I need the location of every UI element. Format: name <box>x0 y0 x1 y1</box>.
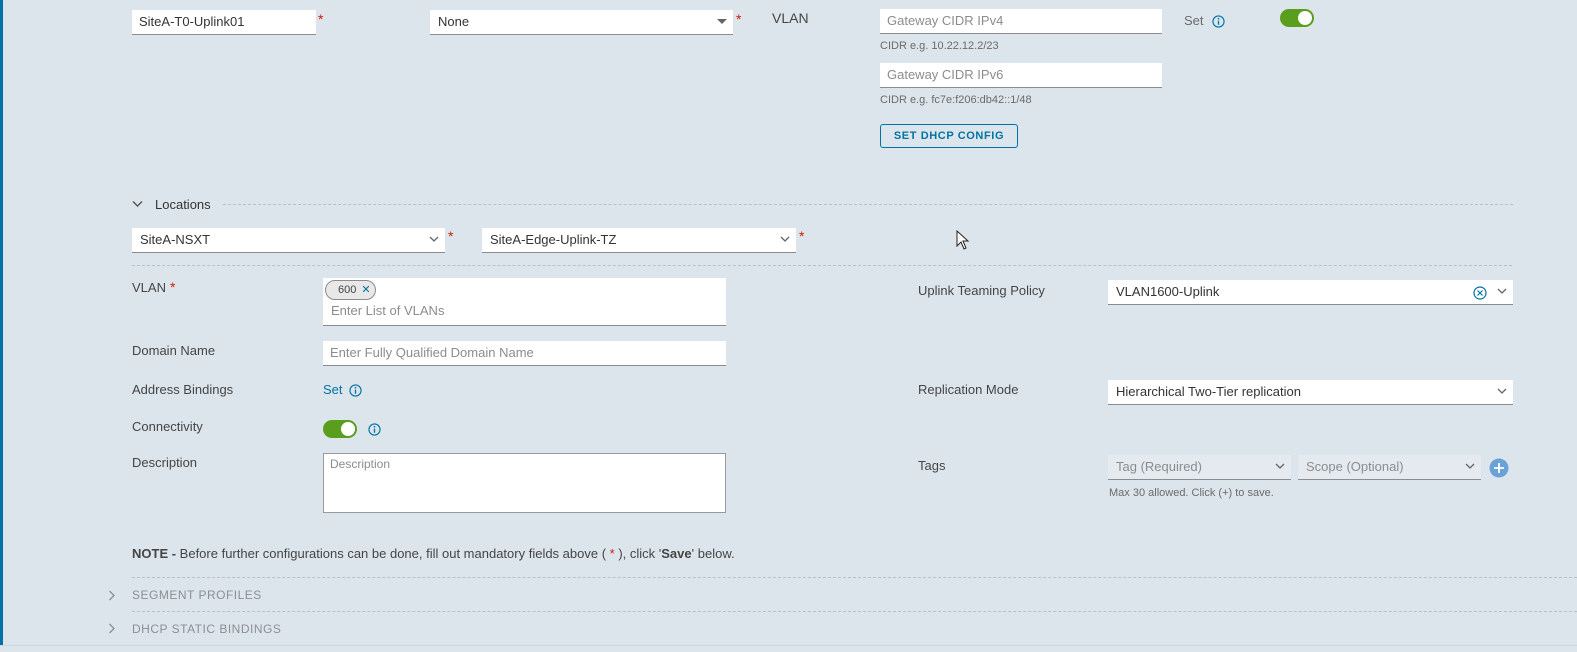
locations-bottom-divider <box>132 265 1512 266</box>
gateway-toggle[interactable] <box>1280 9 1314 27</box>
segment-name-input[interactable]: SiteA-T0-Uplink01 <box>132 10 316 35</box>
caret-down-icon <box>717 19 727 24</box>
remove-tag-icon[interactable]: ✕ <box>361 284 370 296</box>
ipv6-hint: CIDR e.g. fc7e:f206:db42::1/48 <box>880 94 1032 106</box>
domain-name-placeholder: Enter Fully Qualified Domain Name <box>330 345 534 360</box>
transport-zone-select[interactable]: SiteA-Edge-Uplink-TZ <box>482 228 796 253</box>
chevron-down-icon <box>429 236 439 242</box>
info-icon[interactable] <box>1212 15 1225 28</box>
info-icon[interactable] <box>368 423 381 436</box>
locations-header[interactable]: Locations <box>155 197 211 212</box>
vlan-label: VLAN <box>132 280 166 295</box>
replication-mode-select[interactable]: Hierarchical Two-Tier replication <box>1108 380 1513 405</box>
required-mark: * <box>318 11 324 27</box>
clear-icon[interactable] <box>1473 286 1487 300</box>
vlan-tag-chip: 600 ✕ <box>325 280 376 300</box>
site-value: SiteA-NSXT <box>140 232 211 247</box>
chevron-right-icon[interactable] <box>108 623 116 634</box>
connectivity-toggle[interactable] <box>323 420 357 438</box>
required-mark: * <box>448 228 454 244</box>
set-dhcp-config-button[interactable]: SET DHCP CONFIG <box>880 124 1018 148</box>
info-icon[interactable] <box>349 384 362 397</box>
bottom-edge <box>0 645 1577 652</box>
uplink-teaming-select[interactable]: VLAN1600-Uplink <box>1108 280 1513 305</box>
note-prefix: NOTE - <box>132 546 177 561</box>
vlan-placeholder: Enter List of VLANs <box>331 303 445 318</box>
mandatory-note: NOTE - Before further configurations can… <box>132 546 735 561</box>
required-mark: * <box>736 11 742 27</box>
type-value: VLAN <box>772 10 809 26</box>
uplink-teaming-value: VLAN1600-Uplink <box>1116 284 1220 299</box>
section-divider <box>132 611 1577 612</box>
scope-placeholder: Scope (Optional) <box>1306 459 1404 474</box>
toggle-knob <box>1298 11 1312 25</box>
locations-divider <box>223 204 1513 205</box>
gateway-ipv6-placeholder: Gateway CIDR IPv6 <box>887 67 1004 82</box>
tags-hint: Max 30 allowed. Click (+) to save. <box>1109 487 1274 499</box>
segment-name-value: SiteA-T0-Uplink01 <box>139 14 245 29</box>
set-label: Set <box>1184 13 1204 28</box>
note-divider <box>132 577 1577 578</box>
address-bindings-set-link[interactable]: Set <box>323 382 343 397</box>
description-placeholder: Description <box>330 457 391 471</box>
connected-gateway-value: None <box>438 14 470 29</box>
gateway-ipv4-placeholder: Gateway CIDR IPv4 <box>887 13 1004 28</box>
transport-zone-value: SiteA-Edge-Uplink-TZ <box>490 232 617 247</box>
note-text: ), click ' <box>614 546 662 561</box>
uplink-teaming-label: Uplink Teaming Policy <box>918 283 1045 298</box>
description-label: Description <box>132 455 198 470</box>
chevron-down-icon <box>1465 463 1475 469</box>
tag-select[interactable]: Tag (Required) <box>1108 455 1291 480</box>
ipv4-hint: CIDR e.g. 10.22.12.2/23 <box>880 40 999 52</box>
domain-name-input[interactable]: Enter Fully Qualified Domain Name <box>323 341 726 366</box>
mouse-cursor-icon <box>956 230 970 250</box>
vlan-tag-input[interactable]: 600 ✕ Enter List of VLANs <box>323 278 726 326</box>
replication-mode-value: Hierarchical Two-Tier replication <box>1116 384 1301 399</box>
note-save-word: Save <box>661 546 692 561</box>
toggle-knob <box>341 422 355 436</box>
scope-select[interactable]: Scope (Optional) <box>1298 455 1481 480</box>
description-textarea[interactable]: Description <box>323 453 726 513</box>
chevron-down-icon <box>1497 288 1507 294</box>
gateway-ipv6-input[interactable]: Gateway CIDR IPv6 <box>880 63 1162 88</box>
replication-mode-label: Replication Mode <box>918 382 1019 397</box>
chevron-down-icon <box>780 236 790 242</box>
note-text: Before further configurations can be don… <box>176 546 610 561</box>
tags-label: Tags <box>918 458 946 473</box>
required-mark: * <box>170 279 176 295</box>
chevron-down-icon <box>1275 463 1285 469</box>
chevron-down-icon <box>1497 388 1507 394</box>
gateway-ipv4-input[interactable]: Gateway CIDR IPv4 <box>880 9 1162 34</box>
segment-profiles-section[interactable]: SEGMENT PROFILES <box>132 588 262 602</box>
connectivity-label: Connectivity <box>132 419 203 434</box>
left-accent-rail <box>0 0 3 652</box>
note-text: ' below. <box>691 546 735 561</box>
site-select[interactable]: SiteA-NSXT <box>132 228 445 253</box>
vlan-tag-value: 600 <box>338 284 357 296</box>
domain-name-label: Domain Name <box>132 343 216 358</box>
required-mark: * <box>799 228 805 244</box>
add-tag-icon[interactable] <box>1489 458 1509 478</box>
connected-gateway-select[interactable]: None <box>430 10 733 35</box>
chevron-right-icon[interactable] <box>108 590 116 601</box>
dhcp-static-bindings-section[interactable]: DHCP STATIC BINDINGS <box>132 622 281 636</box>
address-bindings-label: Address Bindings <box>132 382 234 397</box>
chevron-down-icon[interactable] <box>132 200 143 208</box>
tag-placeholder: Tag (Required) <box>1116 459 1202 474</box>
